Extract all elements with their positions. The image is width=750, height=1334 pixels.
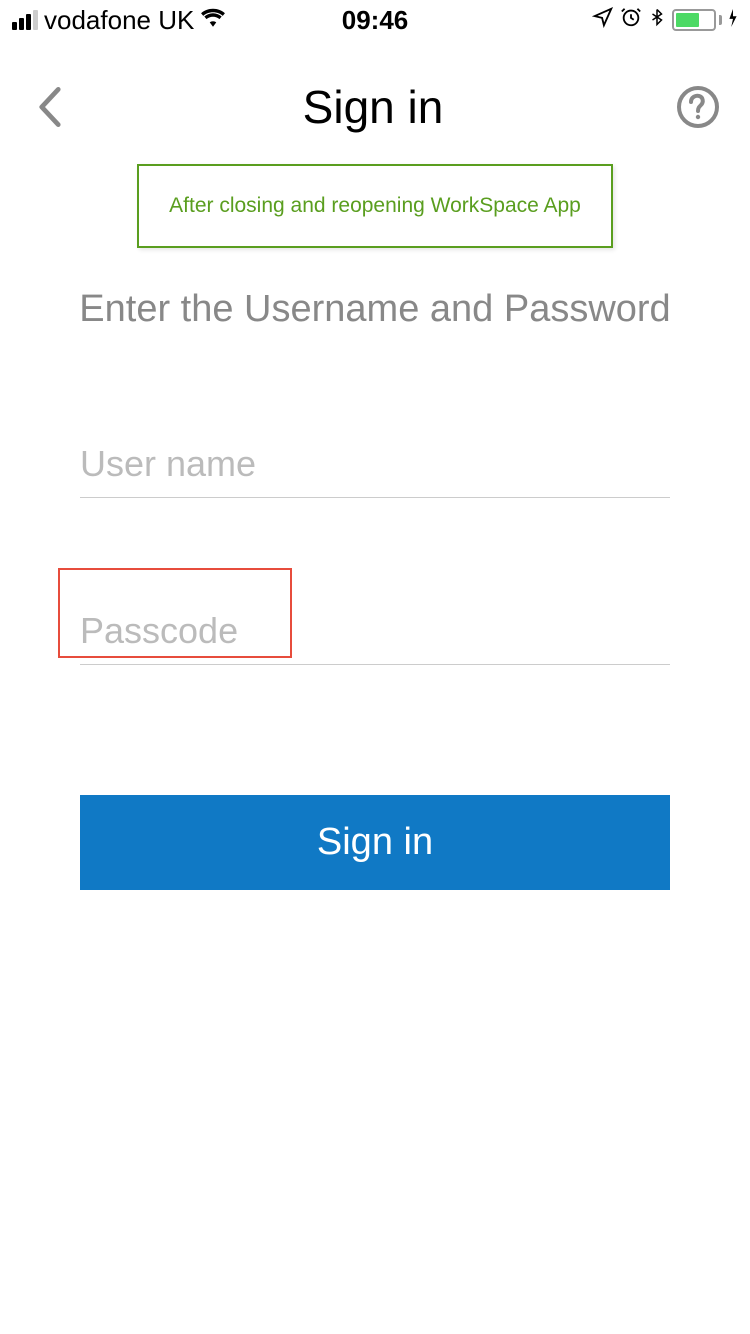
signin-form: Sign in bbox=[0, 431, 750, 890]
signin-button[interactable]: Sign in bbox=[80, 795, 670, 890]
username-field-wrap bbox=[80, 431, 670, 498]
page-title: Sign in bbox=[303, 80, 444, 134]
nav-header: Sign in bbox=[0, 40, 750, 154]
carrier-label: vodafone UK bbox=[44, 5, 194, 36]
status-right bbox=[592, 6, 738, 35]
wifi-icon bbox=[200, 6, 226, 34]
alarm-icon bbox=[620, 6, 642, 35]
username-input[interactable] bbox=[80, 431, 670, 498]
subtitle: Enter the Username and Password bbox=[0, 288, 750, 331]
chevron-left-icon bbox=[37, 87, 63, 127]
status-left: vodafone UK bbox=[12, 5, 226, 36]
status-clock: 09:46 bbox=[342, 5, 409, 36]
info-banner: After closing and reopening WorkSpace Ap… bbox=[137, 164, 613, 248]
signal-icon bbox=[12, 10, 38, 30]
banner-text: After closing and reopening WorkSpace Ap… bbox=[169, 194, 581, 217]
passcode-field-wrap bbox=[80, 598, 670, 665]
passcode-input[interactable] bbox=[80, 598, 670, 665]
help-icon bbox=[676, 85, 720, 129]
status-bar: vodafone UK 09:46 bbox=[0, 0, 750, 40]
charging-icon bbox=[728, 6, 738, 34]
bluetooth-icon bbox=[648, 6, 666, 35]
help-button[interactable] bbox=[676, 85, 720, 129]
battery-icon bbox=[672, 9, 722, 31]
location-icon bbox=[592, 6, 614, 35]
back-button[interactable] bbox=[30, 87, 70, 127]
